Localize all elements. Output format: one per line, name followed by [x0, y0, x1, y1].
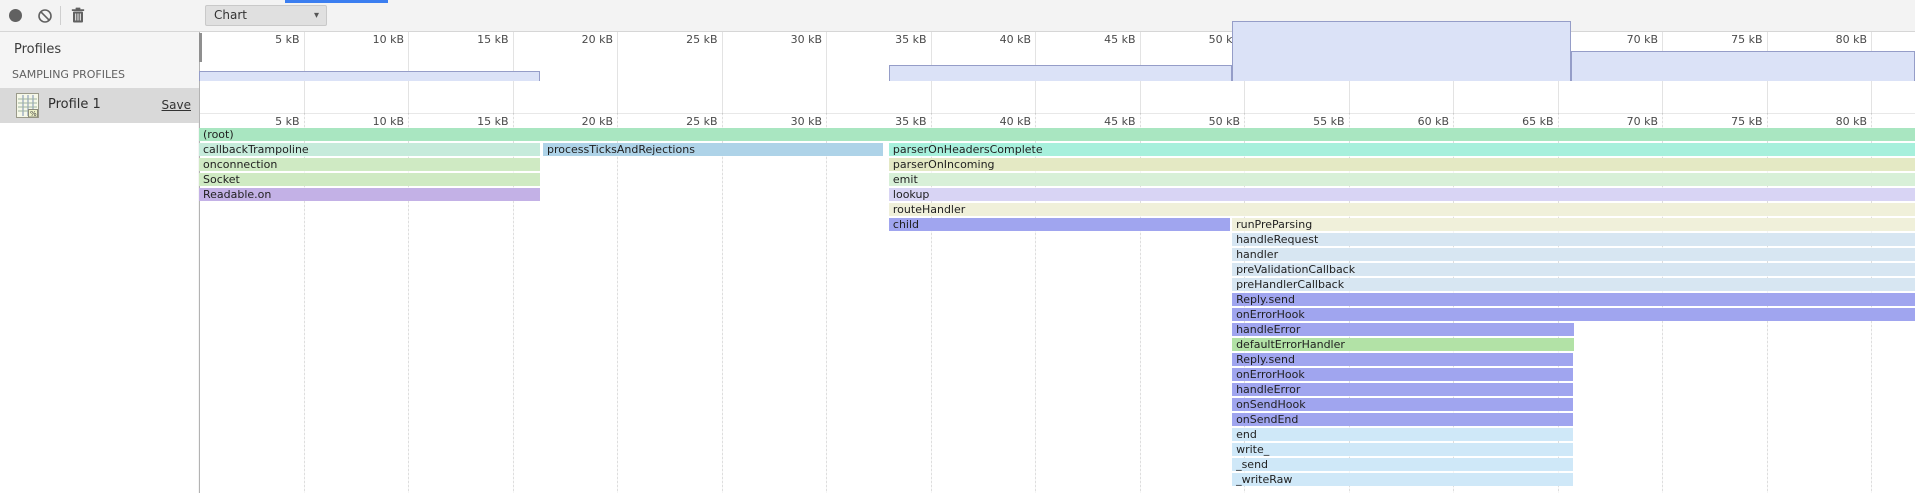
sampling-profiles-section-label: SAMPLING PROFILES	[12, 68, 125, 81]
active-tab-indicator	[285, 0, 388, 3]
view-mode-select[interactable]: Chart ▾	[205, 5, 327, 26]
flame-bar-write_[interactable]: write_	[1232, 443, 1573, 456]
clear-button[interactable]	[33, 0, 59, 31]
flame-bar-_writeRaw[interactable]: _writeRaw	[1232, 473, 1573, 486]
flame-bar-handleError[interactable]: handleError	[1232, 323, 1574, 336]
flame-bar-handler[interactable]: handler	[1232, 248, 1915, 261]
flame-bar-preHandlerCallback[interactable]: preHandlerCallback	[1232, 278, 1915, 291]
flame-bar-handleRequest[interactable]: handleRequest	[1232, 233, 1915, 246]
flame-chart-panel: 5 kB 10 kB 15 kB 20 kB 25 kB 30 kB 35 kB 40 kB 4…	[200, 32, 1915, 493]
flame-ruler-label: 25 kB	[686, 115, 717, 128]
overview-ruler-label: 45 kB	[1104, 33, 1135, 46]
overview-ruler: 5 kB 10 kB 15 kB 20 kB 25 kB 30 kB 35 kB 40 kB 4…	[200, 32, 1915, 47]
overview-ruler-label: 20 kB	[582, 33, 613, 46]
flame-bar-routeHandler[interactable]: routeHandler	[889, 203, 1915, 216]
overview-step	[1232, 21, 1571, 81]
flame-bar-callbackTrampoline[interactable]: callbackTrampoline	[199, 143, 540, 156]
flame-ruler-label: 50 kB	[1209, 115, 1240, 128]
flame-ruler-label: 40 kB	[1000, 115, 1031, 128]
flame-bar-parserOnIncoming[interactable]: parserOnIncoming	[889, 158, 1915, 171]
flame-ruler-label: 70 kB	[1627, 115, 1658, 128]
heap-profile-icon: %	[16, 93, 39, 118]
overview-ruler-label: 5 kB	[275, 33, 299, 46]
flame-ruler-label: 45 kB	[1104, 115, 1135, 128]
flame-bar-runPreParsing[interactable]: runPreParsing	[1232, 218, 1915, 231]
flame-ruler-label: 60 kB	[1418, 115, 1449, 128]
heap-profiler-window: Chart ▾ Profiles SAMPLING PROFILES % Pro…	[0, 0, 1915, 493]
overview-step	[199, 71, 540, 81]
flame-ruler-label: 55 kB	[1313, 115, 1344, 128]
overview-ruler-label: 80 kB	[1836, 33, 1867, 46]
flame-bar-onErrorHook[interactable]: onErrorHook	[1232, 308, 1915, 321]
flame-ruler-label: 20 kB	[582, 115, 613, 128]
sidebar-lower-area	[0, 123, 198, 493]
view-mode-value: Chart	[214, 8, 247, 22]
flame-ruler-label: 10 kB	[373, 115, 404, 128]
clear-icon	[37, 8, 53, 24]
flame-bar-handleError[interactable]: handleError	[1232, 383, 1573, 396]
overview-ruler-label: 15 kB	[477, 33, 508, 46]
record-icon	[9, 9, 22, 22]
flame-bar-child[interactable]: child	[889, 218, 1230, 231]
overview-step	[1571, 51, 1915, 81]
flame-bar-onconnection[interactable]: onconnection	[199, 158, 540, 171]
overview-ruler-label: 10 kB	[373, 33, 404, 46]
flame-ruler-label: 5 kB	[275, 115, 299, 128]
flame-ruler-label: 30 kB	[791, 115, 822, 128]
flame-ruler-label: 65 kB	[1522, 115, 1553, 128]
overview-ruler-label: 25 kB	[686, 33, 717, 46]
svg-text:%: %	[30, 110, 37, 118]
flame-ruler-label: 80 kB	[1836, 115, 1867, 128]
flame-chart: (root) callbackTrampolineprocessTicksAndR…	[200, 128, 1915, 493]
flame-bar-defaultErrorHandler[interactable]: defaultErrorHandler	[1232, 338, 1574, 351]
overview-ruler-label: 30 kB	[791, 33, 822, 46]
toolbar-divider	[60, 6, 61, 25]
flame-bar-emit[interactable]: emit	[889, 173, 1915, 186]
flame-bar-processTicksAndRejections[interactable]: processTicksAndRejections	[543, 143, 883, 156]
trash-icon	[70, 7, 86, 24]
flame-ruler-label: 15 kB	[477, 115, 508, 128]
flame-ruler-label: 75 kB	[1731, 115, 1762, 128]
toolbar: Chart ▾	[0, 0, 1915, 32]
memory-overview-pane[interactable]	[200, 47, 1915, 113]
flame-bar-lookup[interactable]: lookup	[889, 188, 1915, 201]
flame-bar-Reply.send[interactable]: Reply.send	[1232, 293, 1915, 306]
flame-bar-root[interactable]: (root)	[199, 128, 1915, 141]
overview-step	[889, 65, 1232, 81]
flame-chart-ruler: 5 kB 10 kB 15 kB 20 kB 25 kB 30 kB 35 kB 40 kB 4…	[200, 113, 1915, 129]
overview-ruler-label: 35 kB	[895, 33, 926, 46]
profiles-sidebar: Profiles SAMPLING PROFILES % Profile 1 S…	[0, 32, 200, 493]
flame-bar-Readable.on[interactable]: Readable.on	[199, 188, 540, 201]
overview-ruler-label: 40 kB	[1000, 33, 1031, 46]
flame-bar-onSendHook[interactable]: onSendHook	[1232, 398, 1573, 411]
flame-bar-end[interactable]: end	[1232, 428, 1573, 441]
profile-item[interactable]: % Profile 1 Save	[0, 88, 199, 123]
overview-ruler-label: 70 kB	[1627, 33, 1658, 46]
flame-bar-Socket[interactable]: Socket	[199, 173, 540, 186]
flame-bar-_send[interactable]: _send	[1232, 458, 1573, 471]
flame-bar-onErrorHook[interactable]: onErrorHook	[1232, 368, 1573, 381]
overview-ruler-label: 75 kB	[1731, 33, 1762, 46]
profile-name: Profile 1	[48, 97, 101, 112]
chevron-down-icon: ▾	[314, 6, 319, 25]
save-profile-link[interactable]: Save	[162, 98, 191, 112]
record-button[interactable]	[3, 0, 29, 31]
flame-bar-preValidationCallback[interactable]: preValidationCallback	[1232, 263, 1915, 276]
flame-bar-parserOnHeadersComplete[interactable]: parserOnHeadersComplete	[889, 143, 1915, 156]
flame-bar-onSendEnd[interactable]: onSendEnd	[1232, 413, 1573, 426]
delete-profile-button[interactable]	[66, 0, 92, 31]
flame-bar-Reply.send[interactable]: Reply.send	[1232, 353, 1573, 366]
flame-ruler-label: 35 kB	[895, 115, 926, 128]
sidebar-title: Profiles	[14, 42, 61, 57]
